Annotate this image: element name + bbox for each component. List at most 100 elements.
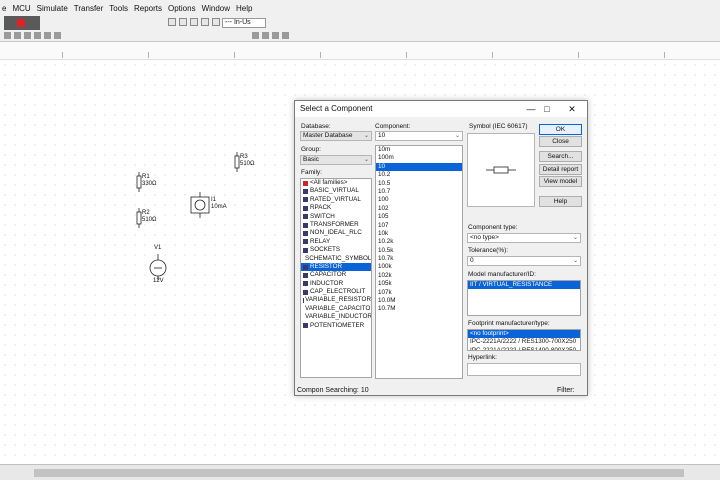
family-item[interactable]: CAP_ELECTROLIT (301, 288, 371, 296)
maximize-icon[interactable]: □ (541, 103, 553, 115)
toolbar-icon[interactable] (272, 32, 279, 39)
family-item[interactable]: TRANSFORMER (301, 221, 371, 229)
toolbar-icon[interactable] (168, 18, 176, 26)
family-item[interactable]: SOCKETS (301, 246, 371, 254)
component-item[interactable]: 100k (376, 263, 462, 271)
family-item[interactable]: RESISTOR (301, 262, 371, 272)
search-button[interactable]: Search... (539, 151, 582, 162)
close-button[interactable]: Close (539, 136, 582, 147)
family-item[interactable]: VARIABLE_CAPACITOR (301, 305, 371, 313)
toolbar-icon[interactable] (24, 32, 31, 39)
component-item[interactable]: 10.2k (376, 238, 462, 246)
menu-help[interactable]: Help (236, 4, 252, 13)
model-manufacturer-item[interactable]: IIT / VIRTUAL_RESISTANCE (468, 281, 580, 290)
footprint-item[interactable]: IPC-2221A/2222 / RES1400-800X250 (468, 347, 580, 350)
menu-simulate[interactable]: Simulate (37, 4, 68, 13)
component-item[interactable]: 102k (376, 272, 462, 280)
menu-tools[interactable]: Tools (109, 4, 128, 13)
component-item[interactable]: 105 (376, 213, 462, 221)
family-item-label: RELAY (310, 237, 331, 245)
toolbar-icon[interactable] (54, 32, 61, 39)
menu-edit[interactable]: e (2, 4, 6, 13)
component-item[interactable]: 10.5k (376, 247, 462, 255)
family-item[interactable]: BASIC_VIRTUAL (301, 187, 371, 195)
toolbar-icon[interactable] (201, 18, 209, 26)
component-item[interactable]: 10m (376, 146, 462, 154)
component-type-select[interactable]: <no type> ⌄ (467, 233, 581, 243)
toolbar-icon[interactable] (262, 32, 269, 39)
resistor-r2[interactable] (136, 208, 142, 228)
toolbar-icon[interactable] (4, 32, 11, 39)
component-item[interactable]: 102 (376, 205, 462, 213)
toolbar-icon[interactable] (179, 18, 187, 26)
toolbar-icon[interactable] (190, 18, 198, 26)
family-item[interactable]: RELAY (301, 238, 371, 246)
component-item[interactable]: 10k (376, 230, 462, 238)
toolbar-icon[interactable] (282, 32, 289, 39)
family-item[interactable]: NON_IDEAL_RLC (301, 229, 371, 237)
component-item[interactable]: 105k (376, 280, 462, 288)
toolbar-icon[interactable] (212, 18, 220, 26)
component-item-label: 102k (378, 271, 392, 279)
component-search-input[interactable]: 10 ⌄ (375, 131, 463, 141)
horizontal-scrollbar[interactable] (0, 464, 720, 480)
family-item[interactable]: SWITCH (301, 213, 371, 221)
ok-button[interactable]: OK (539, 124, 582, 135)
toolbar-icon[interactable] (44, 32, 51, 39)
tolerance-select[interactable]: 0 ⌄ (467, 256, 581, 266)
component-item[interactable]: 100 (376, 196, 462, 204)
family-item[interactable]: VARIABLE_INDUCTOR (301, 313, 371, 321)
family-list[interactable]: <All families> BASIC_VIRTUAL RATED_VIRTUAL… (300, 178, 372, 378)
toolbar-icon[interactable] (252, 32, 259, 39)
hyperlink-field[interactable] (467, 363, 581, 376)
component-item[interactable]: 10 (376, 162, 462, 172)
component-item[interactable]: 10.2 (376, 171, 462, 179)
menu-transfer[interactable]: Transfer (74, 4, 104, 13)
component-item[interactable]: 10.7 (376, 188, 462, 196)
view-model-button[interactable]: View model (539, 176, 582, 187)
menu-options[interactable]: Options (168, 4, 196, 13)
detail-report-button[interactable]: Detail report (539, 164, 582, 175)
family-item[interactable]: <All families> (301, 179, 371, 187)
group-select[interactable]: Basic ⌄ (300, 155, 372, 165)
footprint-item[interactable]: <no footprint> (468, 330, 580, 339)
component-item[interactable]: 10.7M (376, 305, 462, 313)
footprint-list[interactable]: <no footprint> IPC-2221A/2222 / RES1300-7… (467, 329, 581, 351)
family-item[interactable]: RATED_VIRTUAL (301, 196, 371, 204)
database-select[interactable]: Master Database ⌄ (300, 131, 372, 141)
component-item[interactable]: 10.5 (376, 180, 462, 188)
component-item[interactable]: 107k (376, 289, 462, 297)
menu-bar: e MCU Simulate Transfer Tools Reports Op… (0, 0, 720, 16)
toolbar-icon[interactable] (14, 32, 21, 39)
current-source-i1[interactable] (190, 192, 210, 218)
menu-reports[interactable]: Reports (134, 4, 162, 13)
component-item[interactable]: 10.7k (376, 255, 462, 263)
family-item[interactable]: CAPACITOR (301, 271, 371, 279)
family-item[interactable]: RPACK (301, 204, 371, 212)
voltage-source-v1[interactable] (149, 254, 167, 280)
family-item[interactable]: POTENTIOMETER (301, 322, 371, 330)
menu-mcu[interactable]: MCU (12, 4, 30, 13)
family-icon (303, 189, 308, 195)
family-item-label: <All families> (310, 179, 348, 186)
toolbar-icon[interactable] (34, 32, 41, 39)
menu-window[interactable]: Window (202, 4, 230, 13)
scrollbar-thumb[interactable] (34, 469, 684, 477)
stop-simulation-button[interactable] (4, 16, 40, 30)
component-item[interactable]: 107 (376, 222, 462, 230)
model-manufacturer-list[interactable]: IIT / VIRTUAL_RESISTANCE (467, 280, 581, 316)
resistor-r1[interactable] (136, 172, 142, 192)
resistor-r3[interactable] (234, 152, 240, 172)
family-item[interactable]: INDUCTOR (301, 280, 371, 288)
help-button[interactable]: Help (539, 196, 582, 207)
minimize-icon[interactable]: — (525, 103, 537, 115)
in-use-list-dropdown[interactable]: --- In-Us (222, 18, 266, 28)
family-item[interactable]: VARIABLE_RESISTOR (301, 296, 371, 304)
component-item[interactable]: 100m (376, 154, 462, 162)
component-list[interactable]: 10m 100m 10 10.2 10.5 10.7 100 102 105 107 10k 10.2… (375, 145, 463, 379)
family-item[interactable]: SCHEMATIC_SYMBOLS (301, 255, 371, 263)
component-item[interactable]: 10.0M (376, 297, 462, 305)
close-icon[interactable]: ✕ (566, 103, 578, 115)
family-item-label: INDUCTOR (310, 279, 344, 287)
footprint-item[interactable]: IPC-2221A/2222 / RES1300-700X250 (468, 338, 580, 346)
